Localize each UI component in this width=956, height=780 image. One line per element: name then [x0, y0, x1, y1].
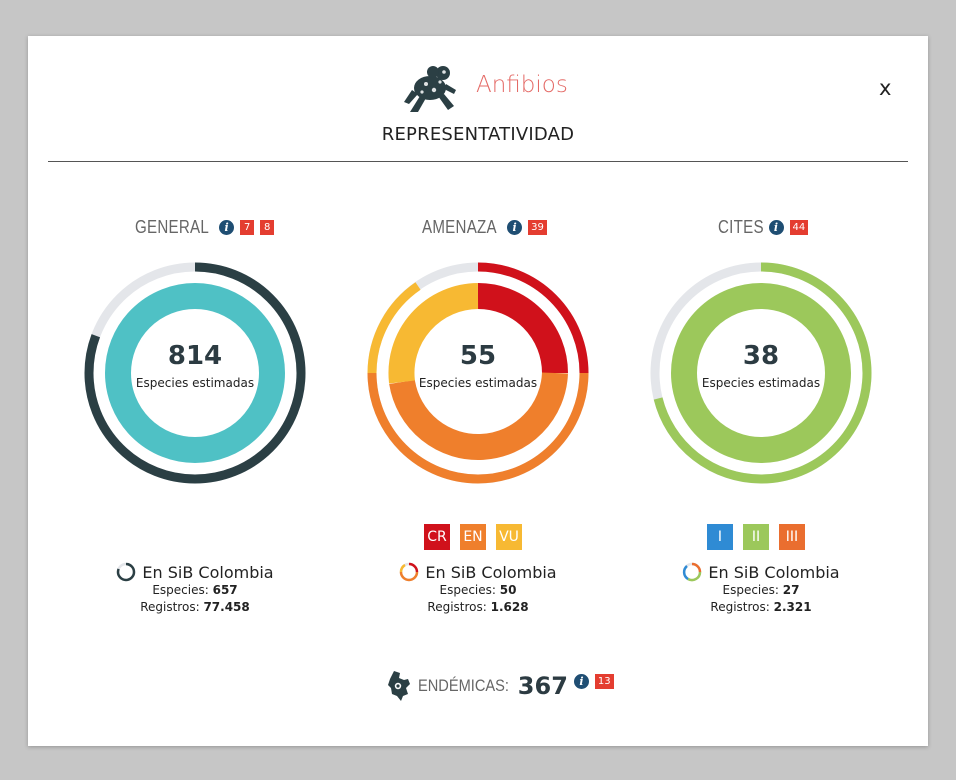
legend-cr[interactable]: CR	[424, 524, 450, 550]
legend-ii[interactable]: II	[743, 524, 769, 550]
cites-value: 38	[742, 341, 780, 371]
general-label: GENERAL	[135, 216, 210, 237]
general-center: 814 Especies estimadas	[82, 340, 308, 390]
legend-en[interactable]: EN	[460, 524, 486, 550]
amenaza-badge[interactable]: 39	[528, 219, 547, 235]
amenaza-registros-value: 1.628	[490, 600, 529, 614]
general-sib-summary: En SiB Colombia Especies: 657 Registros:…	[82, 562, 308, 616]
cites-badge[interactable]: 44	[789, 219, 809, 235]
general-badge-2[interactable]: 8	[260, 219, 275, 235]
general-caption: Especies estimadas	[135, 376, 255, 390]
amenaza-info-icon[interactable]: i	[507, 219, 523, 235]
section-subtitle: REPRESENTATIVIDAD	[381, 124, 575, 145]
general-value: 814	[167, 341, 223, 371]
close-button[interactable]: x	[879, 76, 891, 100]
cites-especies-value: 27	[782, 583, 800, 597]
modal-dialog: Anfibios x REPRESENTATIVIDAD GENERAL i 7…	[28, 36, 928, 746]
colombia-map-icon	[388, 671, 410, 701]
cites-registros-value: 2.321	[773, 600, 812, 614]
amenaza-caption: Especies estimadas	[418, 376, 538, 390]
amenaza-center: 55 Especies estimadas	[365, 340, 591, 390]
general-info-icon[interactable]: i	[219, 219, 235, 235]
amenaza-legend: CR EN VU	[424, 524, 522, 550]
cites-center: 38 Especies estimadas	[648, 340, 874, 390]
endemicas-value: 367	[517, 672, 568, 700]
cites-especies-label: Especies:	[722, 583, 779, 597]
cites-header: CITES i 44	[718, 216, 809, 238]
amenaza-value: 55	[459, 341, 497, 371]
endemicas-badge[interactable]: 13	[594, 673, 614, 689]
amenaza-header: AMENAZA i 39	[422, 216, 547, 238]
amenaza-registros-label: Registros:	[427, 600, 487, 614]
general-especies-label: Especies:	[152, 583, 209, 597]
amenaza-label: AMENAZA	[422, 216, 497, 237]
cites-label: CITES	[718, 216, 764, 237]
cites-info-icon[interactable]: i	[768, 219, 784, 235]
amenaza-especies-label: Especies:	[439, 583, 496, 597]
general-badge-1[interactable]: 7	[240, 219, 255, 235]
amenaza-sib-mini-donut-icon	[400, 562, 419, 582]
endemicas-summary: ENDÉMICAS: 367 i 13	[386, 670, 614, 702]
general-header: GENERAL i 7 8	[135, 216, 275, 238]
legend-iii[interactable]: III	[779, 524, 805, 550]
endemicas-label: ENDÉMICAS:	[418, 676, 509, 695]
general-registros-value: 77.458	[203, 600, 250, 614]
cites-registros-label: Registros:	[710, 600, 770, 614]
cites-caption: Especies estimadas	[701, 376, 821, 390]
general-sib-label: En SiB Colombia	[142, 562, 274, 582]
legend-vu[interactable]: VU	[496, 524, 522, 550]
general-especies-value: 657	[212, 583, 238, 597]
legend-i[interactable]: I	[707, 524, 733, 550]
amenaza-sib-label: En SiB Colombia	[425, 562, 557, 582]
amenaza-sib-summary: En SiB Colombia Especies: 50 Registros: …	[365, 562, 591, 616]
frog-icon	[404, 66, 456, 112]
cites-sib-label: En SiB Colombia	[708, 562, 840, 582]
general-registros-label: Registros:	[140, 600, 200, 614]
cites-sib-mini-donut-icon	[683, 562, 702, 582]
page-title: Anfibios	[476, 72, 568, 98]
header-divider	[48, 161, 908, 162]
cites-sib-summary: En SiB Colombia Especies: 27 Registros: …	[648, 562, 874, 616]
general-sib-mini-donut-icon	[117, 562, 136, 582]
amenaza-especies-value: 50	[499, 583, 517, 597]
cites-legend: I II III	[707, 524, 805, 550]
endemicas-info-icon[interactable]: i	[573, 673, 589, 689]
